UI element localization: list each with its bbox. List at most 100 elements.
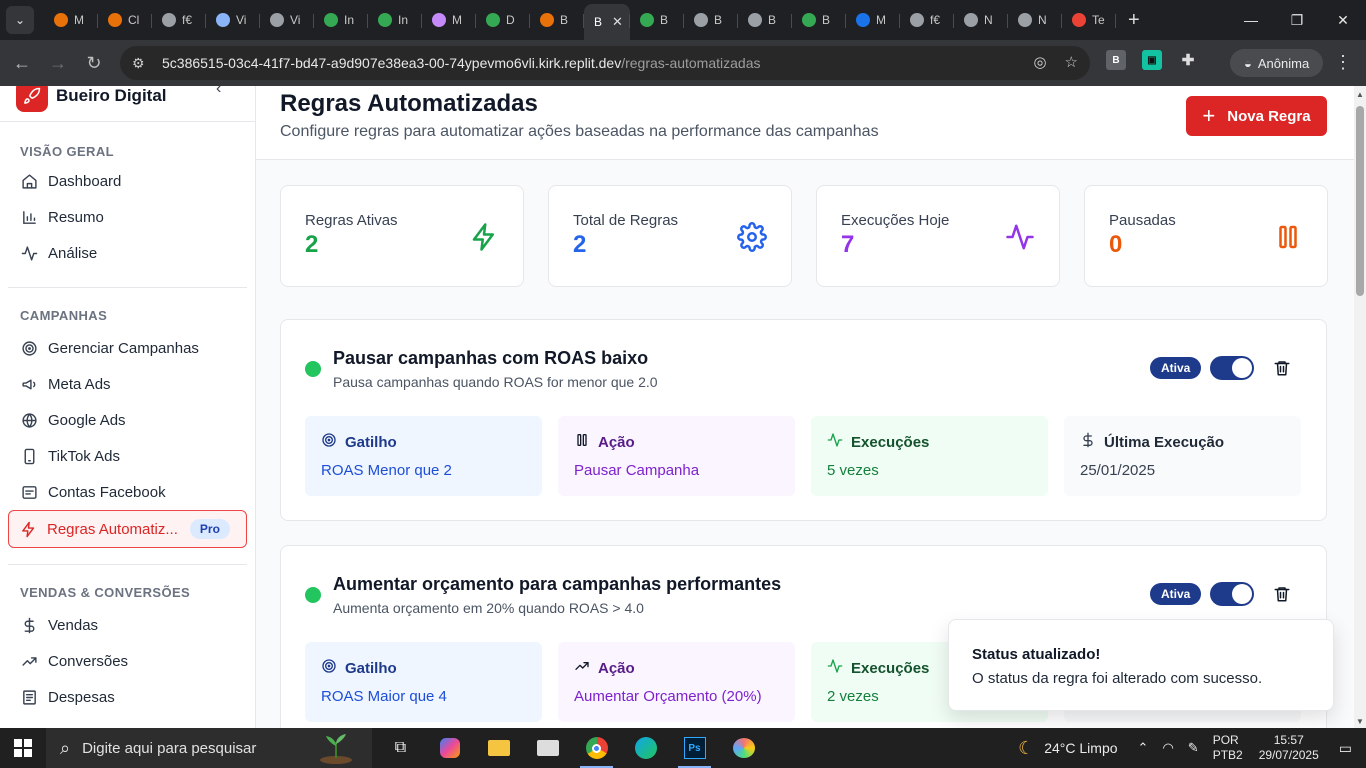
- incognito-profile-button[interactable]: ◒ Anônima: [1230, 49, 1324, 77]
- file-explorer-icon[interactable]: [474, 728, 523, 768]
- sidebar-item-dollar[interactable]: Vendas: [0, 607, 255, 643]
- reload-icon[interactable]: ↻: [76, 53, 112, 74]
- taskbar-search-box[interactable]: ⌕ Digite aqui para pesquisar: [46, 728, 372, 768]
- eye-off-icon[interactable]: ◎: [1033, 53, 1046, 71]
- browser-tab[interactable]: M: [44, 4, 98, 36]
- browser-tab[interactable]: In: [314, 4, 368, 36]
- sidebar-item-activity[interactable]: Análise: [0, 235, 255, 271]
- sidebar-item-label: Regras Automatiz...: [47, 520, 178, 538]
- scroll-up-icon[interactable]: ▲: [1356, 90, 1364, 99]
- notification-center-icon[interactable]: ▭: [1339, 740, 1352, 757]
- collapse-sidebar-icon[interactable]: ‹: [216, 86, 221, 98]
- extension-b-icon[interactable]: B: [1106, 50, 1126, 70]
- sidebar-item-users[interactable]: Contas Facebook: [0, 474, 255, 510]
- extension-green-icon[interactable]: ▣: [1142, 50, 1162, 70]
- chrome-icon[interactable]: [572, 728, 621, 768]
- browser-menu-icon[interactable]: ⋮: [1334, 52, 1352, 73]
- sidebar-item-label: Meta Ads: [48, 375, 111, 393]
- forward-icon[interactable]: →: [40, 53, 76, 74]
- trash-icon[interactable]: [1273, 585, 1291, 603]
- dollar-icon: [1080, 432, 1096, 452]
- weather-widget[interactable]: ☾ 24°C Limpo: [1018, 738, 1117, 759]
- copilot-icon[interactable]: [425, 728, 474, 768]
- receipt-icon: [20, 688, 38, 706]
- browser-tab[interactable]: In: [368, 4, 422, 36]
- tray-chevron-up-icon[interactable]: ⌃: [1138, 740, 1149, 756]
- sidebar-item-smartphone[interactable]: TikTok Ads: [0, 438, 255, 474]
- browser-tab[interactable]: B: [630, 4, 684, 36]
- trash-icon[interactable]: [1273, 359, 1291, 377]
- sidebar-item-megaphone[interactable]: Meta Ads: [0, 366, 255, 402]
- edge-icon[interactable]: [621, 728, 670, 768]
- page-scrollbar[interactable]: ▲ ▼: [1354, 86, 1366, 728]
- bookmark-star-icon[interactable]: ☆: [1065, 53, 1078, 71]
- sidebar-divider: [8, 287, 247, 288]
- url-field[interactable]: ⚙ 5c386515-03c4-41f7-bd47-a9d907e38ea3-0…: [120, 46, 1090, 80]
- sidebar-item-zap[interactable]: Regras Automatiz... Pro: [8, 510, 247, 548]
- paint-icon[interactable]: [719, 728, 768, 768]
- browser-tab[interactable]: B: [684, 4, 738, 36]
- activity-icon: [20, 244, 38, 262]
- sidebar-item-bar-chart[interactable]: Resumo: [0, 199, 255, 235]
- new-tab-button[interactable]: +: [1128, 9, 1140, 32]
- browser-tab[interactable]: Vi: [260, 4, 314, 36]
- browser-tab[interactable]: D: [476, 4, 530, 36]
- stat-label: Regras Ativas: [305, 212, 398, 229]
- home-icon: [20, 172, 38, 190]
- scroll-down-icon[interactable]: ▼: [1356, 717, 1364, 726]
- browser-tab[interactable]: Vi: [206, 4, 260, 36]
- mail-icon[interactable]: [523, 728, 572, 768]
- site-info-icon[interactable]: ⚙: [132, 55, 152, 72]
- last-execution-tile: Última Execução 25/01/2025: [1064, 416, 1301, 496]
- browser-tab[interactable]: B: [530, 4, 584, 36]
- browser-tab[interactable]: f€: [152, 4, 206, 36]
- minimize-icon[interactable]: —: [1228, 0, 1274, 40]
- rule-toggle[interactable]: [1210, 356, 1254, 380]
- rule-toggle[interactable]: [1210, 582, 1254, 606]
- tab-title: In: [398, 13, 409, 27]
- stat-card: Execuções Hoje 7: [816, 185, 1060, 287]
- sidebar-item-label: Dashboard: [48, 172, 122, 190]
- browser-tab[interactable]: B: [738, 4, 792, 36]
- browser-tab[interactable]: M: [422, 4, 476, 36]
- sidebar-item-receipt[interactable]: Despesas: [0, 679, 255, 715]
- sidebar-item-trending-up[interactable]: Conversões: [0, 643, 255, 679]
- extensions-puzzle-icon[interactable]: ✚: [1178, 50, 1198, 70]
- tab-close-icon[interactable]: ✕: [612, 14, 623, 30]
- tab-title: Vi: [236, 13, 247, 27]
- browser-tab-active[interactable]: B ✕: [584, 4, 630, 40]
- sidebar-section-title: CAMPANHAS: [20, 308, 108, 323]
- browser-tab[interactable]: N: [954, 4, 1008, 36]
- browser-tab[interactable]: N: [1008, 4, 1062, 36]
- pen-icon[interactable]: ✎: [1188, 740, 1199, 756]
- rule-name: Aumentar orçamento para campanhas perfor…: [333, 574, 782, 594]
- window-controls: — ❐ ✕: [1228, 0, 1366, 40]
- scrollbar-thumb[interactable]: [1356, 106, 1364, 296]
- sidebar-item-globe[interactable]: Google Ads: [0, 402, 255, 438]
- back-icon[interactable]: ←: [4, 53, 40, 74]
- browser-tab[interactable]: M: [846, 4, 900, 36]
- tab-favicon-icon: [270, 13, 284, 27]
- windows-start-icon[interactable]: [0, 728, 46, 768]
- sidebar-item-target[interactable]: Gerenciar Campanhas: [0, 330, 255, 366]
- tab-search-button[interactable]: ⌄: [6, 6, 34, 34]
- task-view-icon[interactable]: ⧉: [376, 728, 425, 768]
- browser-tab[interactable]: B: [792, 4, 846, 36]
- close-window-icon[interactable]: ✕: [1320, 0, 1366, 40]
- maximize-icon[interactable]: ❐: [1274, 0, 1320, 40]
- browser-tab[interactable]: Te: [1062, 4, 1116, 36]
- rocket-logo-icon: [16, 86, 48, 112]
- language-indicator[interactable]: POR PTB2: [1213, 733, 1243, 763]
- sidebar: Bueiro Digital ‹ VISÃO GERAL Dashboard R…: [0, 86, 256, 728]
- target-icon: [321, 658, 337, 678]
- wifi-icon[interactable]: ◠: [1162, 740, 1173, 756]
- executions-value: 5 vezes: [827, 462, 879, 479]
- browser-tab[interactable]: Cl: [98, 4, 152, 36]
- photoshop-icon[interactable]: Ps: [670, 728, 719, 768]
- sidebar-item-home[interactable]: Dashboard: [0, 163, 255, 199]
- page-header: Regras Automatizadas Configure regras pa…: [256, 86, 1354, 160]
- browser-tab[interactable]: f€: [900, 4, 954, 36]
- action-tile: Ação Aumentar Orçamento (20%): [558, 642, 795, 722]
- new-rule-button[interactable]: + Nova Regra: [1186, 96, 1327, 136]
- clock[interactable]: 15:57 29/07/2025: [1259, 733, 1319, 763]
